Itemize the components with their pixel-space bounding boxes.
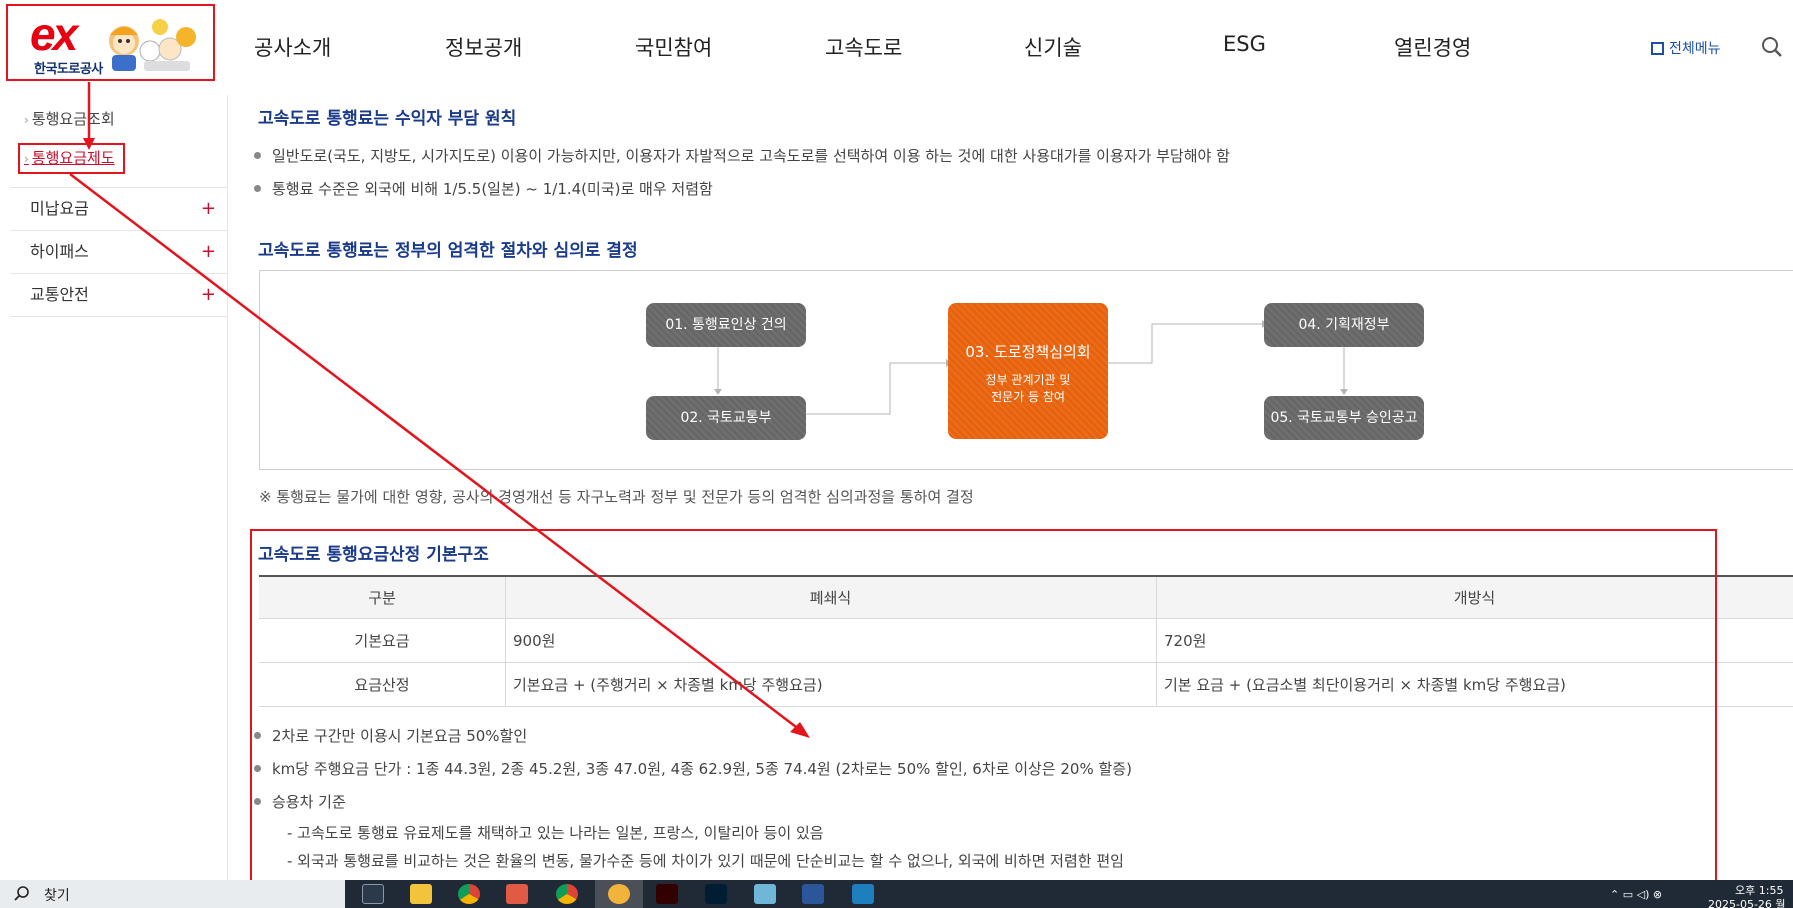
flow-step-3-title: 03. 도로정책심의회 — [965, 343, 1091, 361]
app-icon[interactable] — [608, 884, 630, 904]
flow-step-3-sub2: 전문가 등 참여 — [991, 390, 1065, 404]
section-title: 고속도로 통행료는 수익자 부담 원칙 — [258, 109, 517, 129]
list-item: 일반도로(국도, 지방도, 시가지도로) 이용이 가능하지만, 이용자가 자발적… — [254, 147, 1230, 165]
app-icon[interactable] — [852, 884, 874, 904]
nav-participation[interactable]: 국민참여 — [635, 32, 712, 62]
site-header: ex 한국도로공사 공사소개 정보공개 국민참여 고속도로 신기술 ESG 열린… — [0, 0, 1793, 90]
section-title: 고속도로 통행료는 정부의 엄격한 절차와 심의로 결정 — [258, 241, 638, 261]
external-link-icon — [1651, 42, 1664, 55]
photoshop-icon[interactable] — [705, 884, 727, 904]
annotation-box-menu — [18, 143, 125, 174]
annotation-box-logo — [6, 4, 215, 81]
chrome-icon[interactable] — [458, 884, 480, 904]
flow-step-4: 04. 기획재정부 — [1264, 303, 1424, 347]
nav-about[interactable]: 공사소개 — [254, 32, 331, 62]
side-nav: › 통행요금조회 › 통행요금제도 미납요금 + 하이패스 + 교통안전 + — [10, 95, 228, 885]
search-icon[interactable] — [1761, 36, 1783, 58]
flow-step-3-sub1: 정부 관계기관 및 — [985, 373, 1071, 387]
taskbar-search-label: 찾기 — [44, 888, 70, 904]
nav-info[interactable]: 정보공개 — [445, 32, 522, 62]
sidebar-item-label: 통행요금조회 — [31, 110, 115, 128]
chevron-right-icon: › — [24, 113, 29, 127]
taskbar-search[interactable]: 찾기 — [0, 880, 345, 908]
nav-new-tech[interactable]: 신기술 — [1024, 32, 1082, 62]
app-window: ex 한국도로공사 공사소개 정보공개 국민참여 고속도로 신기술 ESG 열린… — [0, 0, 1793, 908]
flow-step-2: 02. 국토교통부 — [646, 396, 806, 440]
list-item: 통행료 수준은 외국에 비해 1/5.5(일본) ~ 1/1.4(미국)로 매우… — [254, 180, 713, 198]
nav-expressway[interactable]: 고속도로 — [825, 32, 902, 62]
clock-date[interactable]: 2025-05-26 월 — [1708, 896, 1786, 908]
folder-icon[interactable] — [410, 884, 432, 904]
sidebar-item-hipass[interactable]: 하이패스 + — [10, 231, 228, 273]
annotation-box-section — [250, 529, 1717, 891]
all-menu-link[interactable]: 전체메뉴 — [1651, 38, 1721, 58]
chrome-icon[interactable] — [556, 884, 578, 904]
system-tray-icons[interactable]: ⌃ ▭ ◁) ⊗ — [1610, 888, 1662, 901]
illustrator-icon[interactable] — [656, 884, 678, 904]
plus-icon[interactable]: + — [201, 231, 216, 273]
nav-management[interactable]: 열린경영 — [1394, 32, 1471, 62]
sidebar-item-label: 미납요금 — [30, 199, 89, 218]
app-icon[interactable] — [506, 884, 528, 904]
word-icon[interactable] — [802, 884, 824, 904]
sidebar-item-label: 하이패스 — [30, 242, 89, 261]
search-icon — [14, 886, 29, 901]
all-menu-label: 전체메뉴 — [1669, 41, 1721, 57]
flow-step-1: 01. 통행료인상 건의 — [646, 303, 806, 347]
sidebar-item-unpaid[interactable]: 미납요금 + — [10, 188, 228, 230]
plus-icon[interactable]: + — [201, 188, 216, 230]
flow-step-5: 05. 국토교통부 승인공고 — [1264, 396, 1424, 440]
windows-taskbar: 찾기 ⌃ ▭ ◁) ⊗ 오후 1:55 2025-05-26 월 — [0, 880, 1793, 908]
note-text: ※ 통행료는 물가에 대한 영향, 공사의 경영개선 등 자구노력과 정부 및 … — [259, 488, 974, 506]
plus-icon[interactable]: + — [201, 274, 216, 316]
app-icon[interactable] — [754, 884, 776, 904]
nav-esg[interactable]: ESG — [1223, 32, 1266, 56]
divider — [10, 316, 228, 317]
flow-step-3: 03. 도로정책심의회 정부 관계기관 및 전문가 등 참여 — [948, 303, 1108, 439]
sidebar-item-toll-lookup[interactable]: › 통행요금조회 — [24, 108, 115, 129]
sidebar-item-label: 교통안전 — [30, 285, 89, 304]
sidebar-item-safety[interactable]: 교통안전 + — [10, 274, 228, 316]
task-view-icon[interactable] — [362, 884, 384, 904]
process-diagram: 01. 통행료인상 건의 02. 국토교통부 03. 도로정책심의회 정부 관계… — [259, 270, 1793, 470]
